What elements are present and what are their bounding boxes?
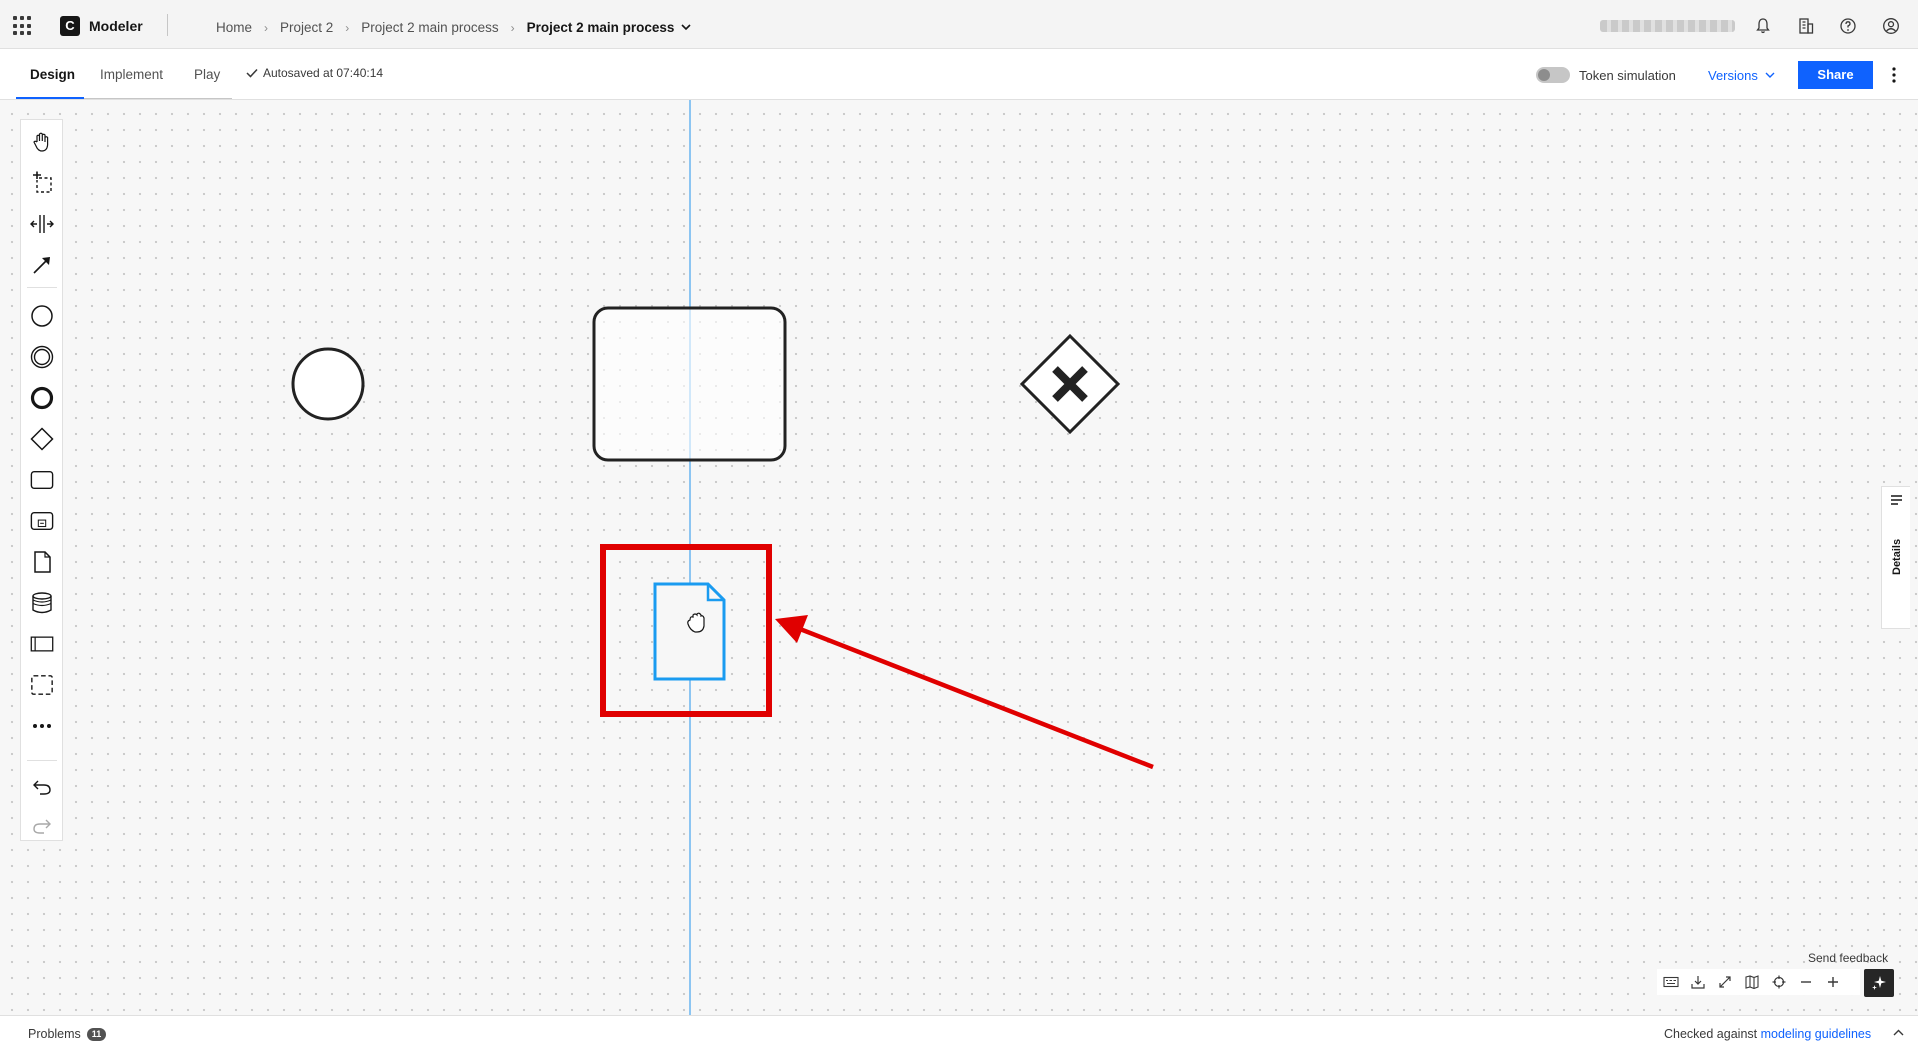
tab-implement[interactable]: Implement <box>100 67 163 82</box>
problems-label: Problems <box>28 1027 81 1041</box>
user-name-blurred <box>1600 20 1735 32</box>
data-object-icon[interactable] <box>30 550 54 574</box>
space-tool-icon[interactable] <box>30 212 54 236</box>
breadcrumb-process[interactable]: Project 2 main process <box>361 20 498 35</box>
autosave-text: Autosaved at 07:40:14 <box>263 66 384 80</box>
data-store-icon[interactable] <box>30 591 54 615</box>
canvas-controls <box>1657 969 1860 995</box>
palette-divider <box>27 760 57 761</box>
editor-tab-bar: Design Implement Play Autosaved at 07:40… <box>0 49 1918 100</box>
chevron-right-icon: › <box>345 20 350 35</box>
ai-assistant-button[interactable] <box>1864 969 1894 997</box>
download-icon[interactable] <box>1684 969 1711 995</box>
redo-icon[interactable] <box>30 814 54 838</box>
data-object[interactable] <box>653 582 726 681</box>
overflow-menu-icon[interactable] <box>1888 64 1900 86</box>
diagram-layer <box>291 100 1154 1015</box>
top-header: C Modeler Home › Project 2 › Project 2 m… <box>0 0 1918 49</box>
tool-palette <box>20 119 63 841</box>
lasso-tool-icon[interactable] <box>30 171 54 195</box>
app-name: Modeler <box>89 18 143 34</box>
breadcrumb-home[interactable]: Home <box>216 20 252 35</box>
details-panel-toggle[interactable]: Details <box>1881 486 1910 629</box>
zoom-in-icon[interactable] <box>1819 969 1846 995</box>
more-icon[interactable] <box>30 714 54 738</box>
intermediate-event-icon[interactable] <box>30 345 54 369</box>
chevron-up-icon[interactable] <box>1893 1029 1904 1036</box>
token-simulation-label: Token simulation <box>1579 68 1676 83</box>
exclusive-gateway[interactable] <box>1019 333 1121 435</box>
user-profile-icon[interactable] <box>1882 17 1900 35</box>
chevron-right-icon: › <box>264 20 269 35</box>
versions-dropdown[interactable]: Versions <box>1708 68 1775 83</box>
camunda-logo: C <box>60 16 80 36</box>
bottom-status-bar: Problems 11 Checked against modeling gui… <box>0 1015 1918 1049</box>
end-event-icon[interactable] <box>30 386 54 410</box>
task[interactable] <box>592 306 787 462</box>
undo-icon[interactable] <box>30 775 54 799</box>
checkmark-icon <box>246 68 258 78</box>
autosave-status: Autosaved at 07:40:14 <box>246 66 383 80</box>
breadcrumb: Home › Project 2 › Project 2 main proces… <box>216 20 692 35</box>
header-divider <box>167 14 168 36</box>
current-file-label: Project 2 main process <box>526 20 675 35</box>
send-feedback-link[interactable]: Send feedback <box>1808 951 1888 965</box>
chevron-down-icon <box>681 24 692 31</box>
app-switcher-icon[interactable] <box>13 16 33 36</box>
problems-count-badge: 11 <box>86 1027 107 1041</box>
fullscreen-icon[interactable] <box>1711 969 1738 995</box>
menu-icon <box>1891 495 1902 505</box>
guidelines-status: Checked against modeling guidelines <box>1664 1027 1871 1041</box>
keyboard-icon[interactable] <box>1657 969 1684 995</box>
chevron-right-icon: › <box>510 20 515 35</box>
pool-icon[interactable] <box>30 632 54 656</box>
current-file-menu[interactable]: Project 2 main process <box>527 20 692 35</box>
task-icon[interactable] <box>30 468 54 492</box>
organization-icon[interactable] <box>1797 17 1815 35</box>
toggle-knob <box>1538 69 1550 81</box>
global-connect-tool-icon[interactable] <box>30 253 54 277</box>
notification-bell-icon[interactable] <box>1754 17 1772 35</box>
details-label: Details <box>1891 538 1903 575</box>
versions-label: Versions <box>1708 68 1758 83</box>
checked-against-text: Checked against <box>1664 1027 1758 1041</box>
chevron-down-icon <box>1765 72 1775 78</box>
tab-play[interactable]: Play <box>194 67 220 82</box>
subprocess-icon[interactable] <box>30 509 54 533</box>
group-icon[interactable] <box>30 673 54 697</box>
ai-sparkle-icon <box>1872 976 1886 990</box>
problems-panel-toggle[interactable]: Problems 11 <box>28 1027 107 1041</box>
tab-design[interactable]: Design <box>30 67 75 82</box>
hand-tool-icon[interactable] <box>30 130 54 154</box>
reset-view-icon[interactable] <box>1765 969 1792 995</box>
start-event-icon[interactable] <box>30 304 54 328</box>
minimap-icon[interactable] <box>1738 969 1765 995</box>
bpmn-canvas[interactable] <box>0 100 1918 1015</box>
help-icon[interactable] <box>1839 17 1857 35</box>
breadcrumb-project[interactable]: Project 2 <box>280 20 333 35</box>
zoom-out-icon[interactable] <box>1792 969 1819 995</box>
share-button[interactable]: Share <box>1798 61 1873 89</box>
modeling-guidelines-link[interactable]: modeling guidelines <box>1761 1027 1872 1041</box>
active-tab-indicator <box>16 97 84 99</box>
gateway-icon[interactable] <box>30 427 54 451</box>
tab-divider-line <box>84 98 232 99</box>
palette-divider <box>27 287 57 288</box>
red-arrow-annotation <box>775 615 1154 770</box>
start-event[interactable] <box>291 347 365 421</box>
token-simulation-toggle[interactable] <box>1536 67 1570 83</box>
